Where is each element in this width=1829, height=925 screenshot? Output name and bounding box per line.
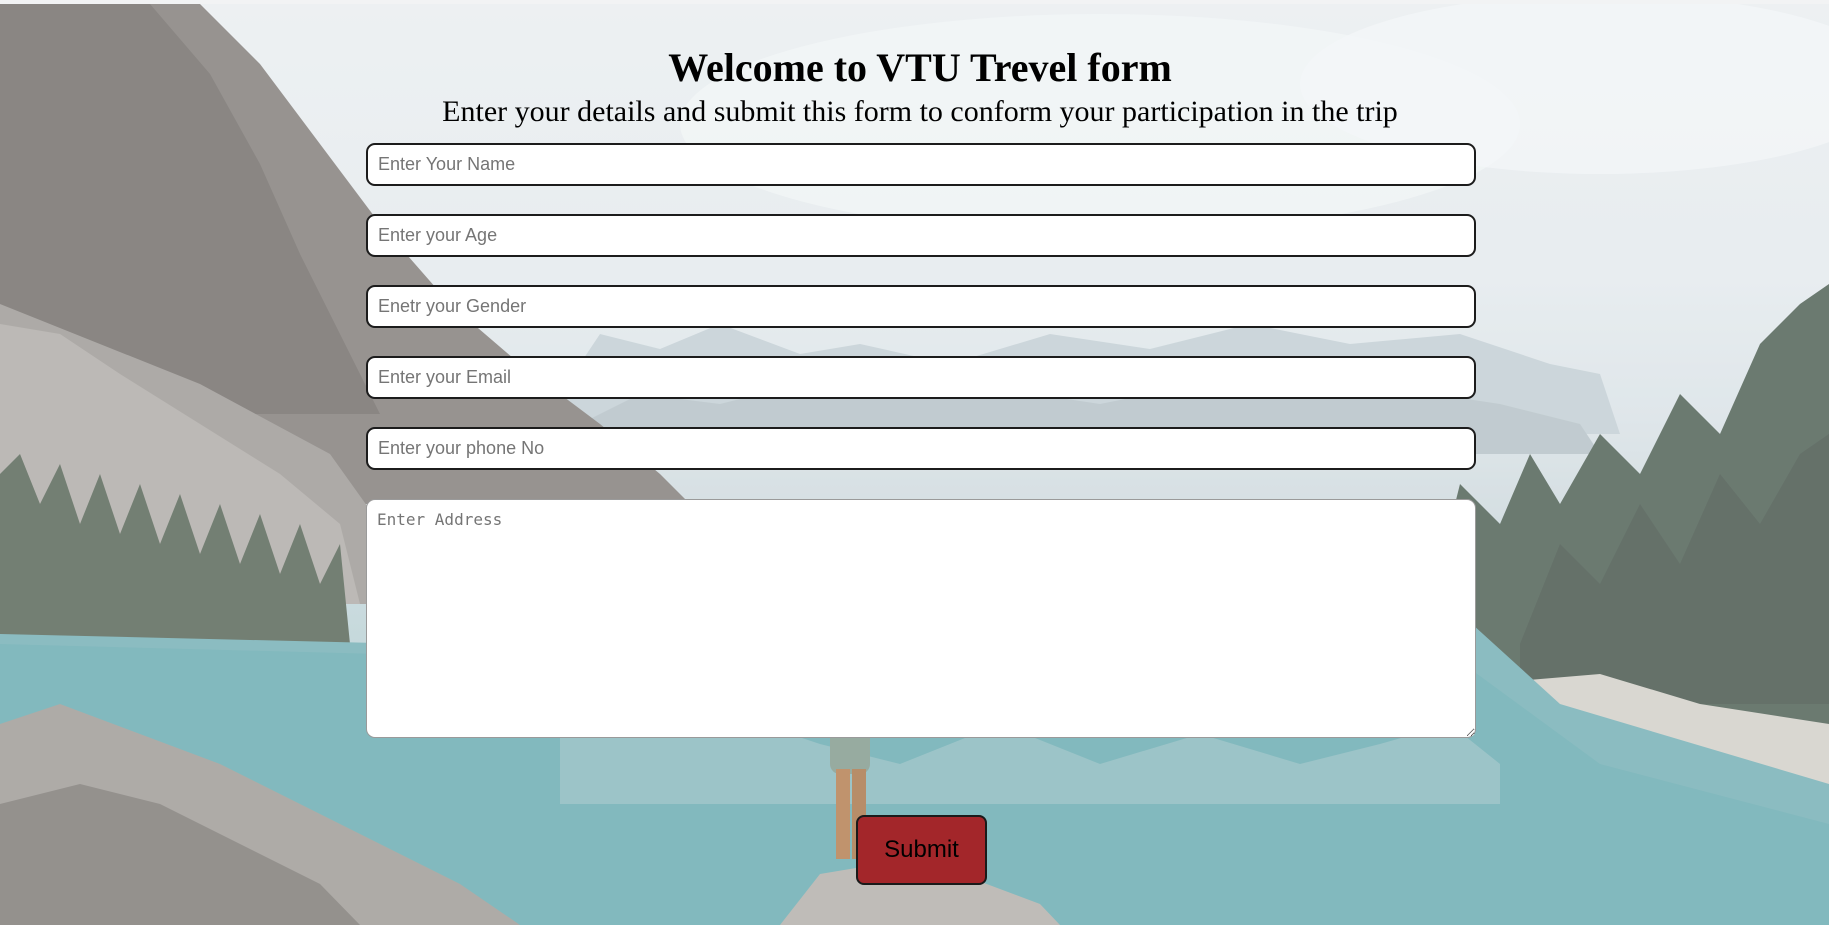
address-textarea[interactable] [366, 499, 1476, 738]
submit-button[interactable]: Submit [856, 815, 987, 885]
page-title: Welcome to VTU Trevel form [668, 45, 1172, 90]
gender-input[interactable] [366, 285, 1476, 328]
phone-input[interactable] [366, 427, 1476, 470]
name-input[interactable] [366, 143, 1476, 186]
page-subtitle: Enter your details and submit this form … [442, 95, 1398, 128]
age-input[interactable] [366, 214, 1476, 257]
email-input[interactable] [366, 356, 1476, 399]
